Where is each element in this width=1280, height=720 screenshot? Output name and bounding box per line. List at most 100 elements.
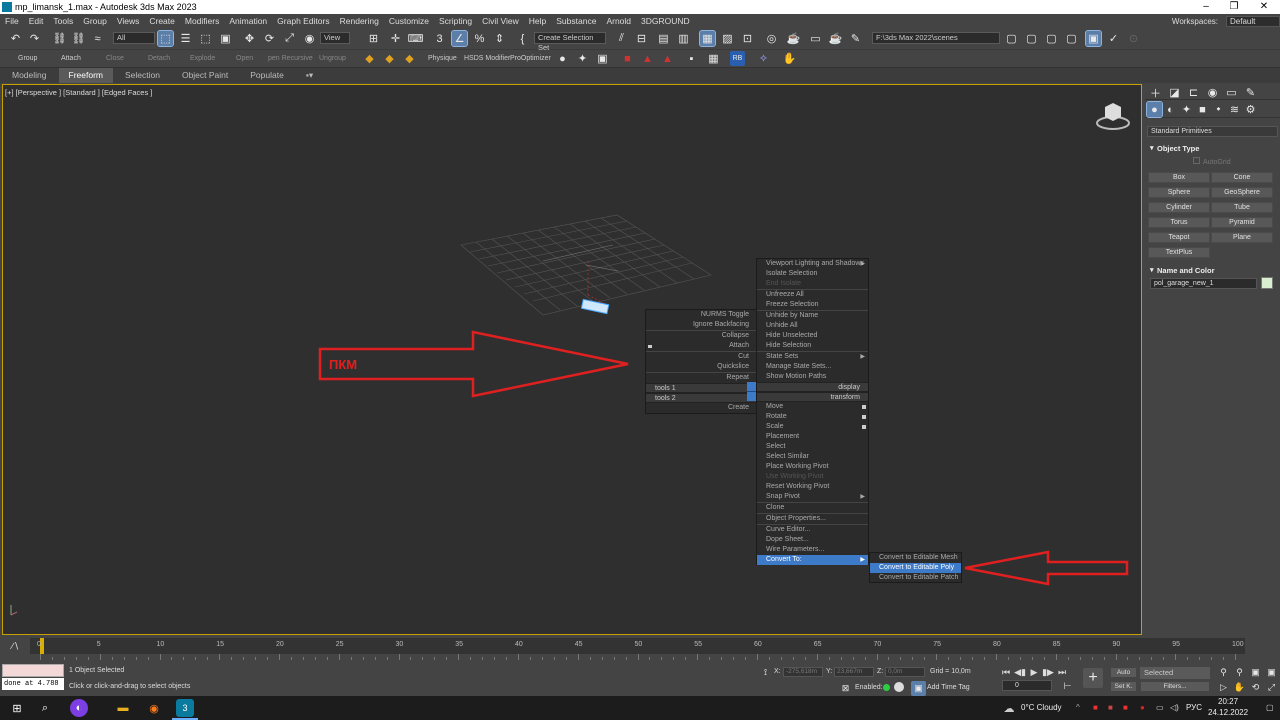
- menu-item[interactable]: Collapse: [646, 331, 757, 341]
- box-icon[interactable]: ▣: [595, 51, 610, 66]
- layer-explorer-icon[interactable]: ▥: [676, 31, 691, 46]
- menu-item[interactable]: Create: [646, 403, 757, 413]
- object-name-field[interactable]: pol_garage_new_1: [1150, 278, 1257, 289]
- z-coordinate[interactable]: 0,0m: [885, 667, 925, 677]
- add-time-tag[interactable]: Add Time Tag: [927, 684, 970, 691]
- x-coordinate[interactable]: -275,618m: [783, 667, 823, 677]
- menu-civil-view[interactable]: Civil View: [477, 16, 524, 26]
- zoom-icon[interactable]: ⚲: [1216, 665, 1231, 680]
- menu-rendering[interactable]: Rendering: [335, 16, 384, 26]
- language-indicator[interactable]: РУС: [1186, 703, 1202, 712]
- cameras-icon[interactable]: ■: [1195, 102, 1210, 117]
- time-tag-icon[interactable]: ▣: [911, 681, 926, 696]
- utilities-tab-icon[interactable]: ✎: [1243, 85, 1258, 100]
- menu-item[interactable]: Curve Editor...: [757, 525, 868, 535]
- menu-edit[interactable]: Edit: [24, 16, 49, 26]
- angle-snap-icon[interactable]: ∠: [451, 30, 468, 47]
- open-folder-icon[interactable]: ▢: [1024, 31, 1039, 46]
- display-tab-icon[interactable]: ▭: [1224, 85, 1239, 100]
- tray-chevron-icon[interactable]: ^: [1076, 703, 1080, 712]
- zoom-all-icon[interactable]: ⚲: [1232, 665, 1247, 680]
- hsds-modifier-button[interactable]: HSDS Modifier: [464, 55, 510, 62]
- enabled-toggle[interactable]: [894, 682, 904, 692]
- menu-item-convert-patch[interactable]: Convert to Editable Patch: [870, 573, 961, 583]
- menu-item[interactable]: Quickslice: [646, 362, 757, 372]
- menu-item[interactable]: Repeat: [646, 373, 757, 383]
- cube-icon[interactable]: ◆: [382, 51, 397, 66]
- reference-coord-dropdown[interactable]: View: [320, 32, 350, 44]
- menu-item[interactable]: Freeze Selection: [757, 300, 868, 310]
- sphere-icon[interactable]: ●: [555, 51, 570, 66]
- selection-filter-dropdown[interactable]: All: [113, 32, 155, 44]
- menu-item[interactable]: Place Working Pivot: [757, 462, 868, 472]
- record-icon[interactable]: ▲: [660, 51, 675, 66]
- plane-button[interactable]: Plane: [1211, 232, 1273, 243]
- menu-item[interactable]: Wire Parameters...: [757, 545, 868, 555]
- next-frame-icon[interactable]: ▮▶: [1042, 666, 1054, 678]
- key-mode-icon[interactable]: ⊢: [1060, 679, 1075, 694]
- select-object-icon[interactable]: ⬚: [157, 30, 174, 47]
- menu-animation[interactable]: Animation: [224, 16, 272, 26]
- menu-item[interactable]: Snap Pivot ▶: [757, 492, 868, 502]
- menu-create[interactable]: Create: [144, 16, 180, 26]
- tube-button[interactable]: Tube: [1211, 202, 1273, 213]
- quad-header-tools1[interactable]: tools 1: [646, 383, 757, 393]
- rb-icon[interactable]: RB: [730, 51, 745, 66]
- edit-named-selection-icon[interactable]: {: [515, 31, 530, 46]
- menu-item[interactable]: Isolate Selection: [757, 269, 868, 279]
- tray-app-icon[interactable]: ●: [1140, 703, 1145, 712]
- percent-snap-icon[interactable]: %: [472, 31, 487, 46]
- menu-item[interactable]: Dope Sheet...: [757, 535, 868, 545]
- tool-icon[interactable]: ▪: [684, 51, 699, 66]
- object-color-swatch[interactable]: [1261, 277, 1273, 289]
- settings-box-icon[interactable]: [862, 415, 866, 419]
- geosphere-button[interactable]: GeoSphere: [1211, 187, 1273, 198]
- tab-populate[interactable]: Populate: [240, 68, 294, 83]
- menu-item[interactable]: Reset Working Pivot: [757, 482, 868, 492]
- menu-item[interactable]: Hide Selection: [757, 341, 868, 351]
- keyboard-shortcut-icon[interactable]: ⌨: [408, 31, 424, 46]
- notifications-icon[interactable]: ▢: [1266, 703, 1274, 712]
- help-icon[interactable]: ⊙: [1126, 31, 1141, 46]
- zoom-extents-all-icon[interactable]: ▣: [1264, 665, 1279, 680]
- move-icon[interactable]: ✥: [242, 31, 257, 46]
- isolate-icon[interactable]: ⟟: [758, 665, 773, 680]
- workspaces-select[interactable]: Default: [1226, 15, 1280, 27]
- render-setup-icon[interactable]: ☕: [786, 31, 801, 46]
- grid-icon[interactable]: ✦: [575, 51, 590, 66]
- curve-editor-icon[interactable]: ▨: [720, 31, 735, 46]
- menu-views[interactable]: Views: [112, 16, 145, 26]
- sync-icon[interactable]: ▣: [1085, 30, 1102, 47]
- rotate-icon[interactable]: ⟳: [262, 31, 277, 46]
- menu-item[interactable]: Clone: [757, 503, 868, 513]
- project-folder-icon[interactable]: ▢: [1004, 31, 1019, 46]
- group-button[interactable]: Group: [18, 55, 37, 62]
- tray-app-icon[interactable]: ■: [1108, 703, 1113, 712]
- render-icon[interactable]: ☕: [828, 31, 843, 46]
- windows-start-icon[interactable]: ⊞: [8, 699, 26, 717]
- close-button[interactable]: ✕: [1250, 0, 1278, 14]
- scene-explorer-icon[interactable]: ▤: [656, 31, 671, 46]
- unlink-icon[interactable]: ⛓: [71, 31, 86, 46]
- detach-button[interactable]: Detach: [148, 55, 170, 62]
- textplus-button[interactable]: TextPlus: [1148, 247, 1210, 258]
- primitive-type-dropdown[interactable]: Standard Primitives: [1147, 126, 1278, 137]
- menu-item[interactable]: Show Motion Paths: [757, 372, 868, 382]
- snap-toggle-icon[interactable]: 3: [432, 31, 447, 46]
- image-icon[interactable]: ▦: [706, 51, 721, 66]
- go-to-start-icon[interactable]: ⏮: [1000, 666, 1012, 678]
- menu-item-convert-poly[interactable]: Convert to Editable Poly: [870, 563, 961, 573]
- menu-item[interactable]: Hide Unselected: [757, 331, 868, 341]
- settings-box-icon[interactable]: [862, 425, 866, 429]
- menu-substance[interactable]: Substance: [551, 16, 601, 26]
- hierarchy-tab-icon[interactable]: ⊏: [1186, 85, 1201, 100]
- menu-help[interactable]: Help: [524, 16, 551, 26]
- cube-icon[interactable]: ◆: [402, 51, 417, 66]
- key-filter-dropdown[interactable]: Selected: [1140, 667, 1210, 679]
- project-path-dropdown[interactable]: F:\3ds Max 2022\scenes: [872, 32, 1000, 44]
- maximize-button[interactable]: ❐: [1220, 0, 1248, 14]
- menu-item[interactable]: State Sets ▶: [757, 352, 868, 362]
- menu-tools[interactable]: Tools: [48, 16, 78, 26]
- systems-icon[interactable]: ⚙: [1243, 102, 1258, 117]
- pivot-center-icon[interactable]: ⊞: [366, 31, 381, 46]
